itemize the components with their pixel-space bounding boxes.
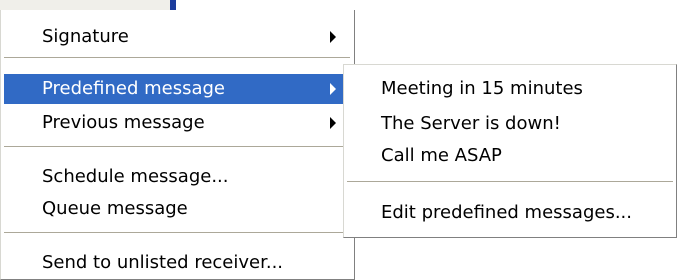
submenu-item-label: Meeting in 15 minutes — [381, 78, 583, 99]
submenu-item-label: The Server is down! — [381, 113, 561, 134]
submenu-item-label: Call me ASAP — [381, 145, 502, 166]
menu-item-label: Predefined message — [42, 78, 225, 99]
menu-item-predefined-message[interactable]: Predefined message — [4, 74, 350, 104]
submenu-arrow-icon — [330, 31, 336, 43]
menu-item-label: Queue message — [42, 198, 188, 219]
submenu-arrow-icon — [330, 117, 336, 129]
submenu-item-meeting-in-15-minutes[interactable]: Meeting in 15 minutes — [347, 74, 673, 104]
menu-item-previous-message[interactable]: Previous message — [4, 108, 350, 138]
menu-item-send-to-unlisted-receiver[interactable]: Send to unlisted receiver... — [4, 248, 350, 278]
menu-separator — [4, 57, 350, 58]
predefined-message-submenu: Meeting in 15 minutes The Server is down… — [343, 64, 677, 238]
menu-item-label: Schedule message... — [42, 166, 229, 187]
submenu-item-call-me-asap[interactable]: Call me ASAP — [347, 141, 673, 171]
submenu-arrow-icon — [330, 83, 336, 95]
background-window-strip — [0, 0, 170, 10]
submenu-item-server-is-down[interactable]: The Server is down! — [347, 109, 673, 139]
menu-item-queue-message[interactable]: Queue message — [4, 194, 350, 224]
submenu-separator — [347, 181, 673, 182]
menu-separator — [4, 232, 350, 233]
menu-item-schedule-message[interactable]: Schedule message... — [4, 162, 350, 192]
menu-separator — [4, 146, 350, 147]
submenu-item-label: Edit predefined messages... — [381, 202, 632, 223]
background-window-edge — [170, 0, 176, 10]
menu-item-label: Previous message — [42, 112, 205, 133]
submenu-item-edit-predefined-messages[interactable]: Edit predefined messages... — [347, 198, 673, 228]
context-menu: Signature Predefined message Previous me… — [0, 10, 355, 280]
menu-item-label: Signature — [42, 26, 129, 47]
menu-item-label: Send to unlisted receiver... — [42, 252, 284, 273]
menu-item-signature[interactable]: Signature — [4, 22, 350, 52]
